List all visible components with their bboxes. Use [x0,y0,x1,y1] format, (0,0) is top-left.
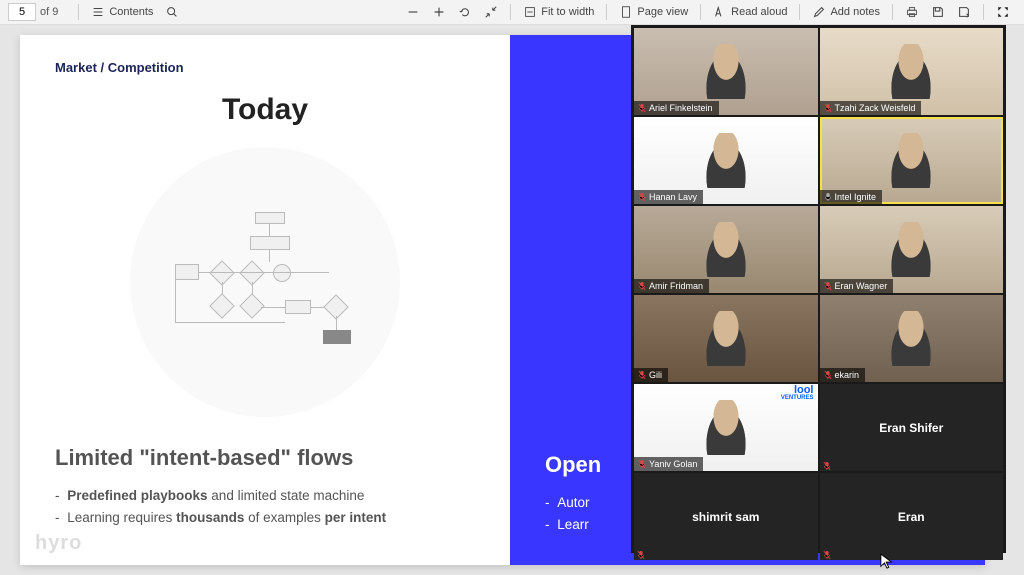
muted-mic-icon [638,281,646,291]
video-tile[interactable]: Gili [634,295,818,382]
participant-nameplate: Ariel Finkelstein [634,101,719,115]
page-view-label: Page view [637,6,688,18]
fit-width-label: Fit to width [541,6,594,18]
slide-left-column: Market / Competition Today [20,35,510,565]
muted-mic-icon [638,370,646,380]
participant-nameplate: Tzahi Zack Weisfeld [820,101,922,115]
page-number-input[interactable] [8,3,36,21]
page-view-button[interactable]: Page view [613,3,694,21]
participant-name: Hanan Lavy [649,192,697,202]
print-icon [905,5,919,19]
muted-mic-icon [824,103,832,113]
print-button[interactable] [899,3,925,21]
muted-mic-icon [824,281,832,291]
saveas-icon [957,5,971,19]
muted-mic-icon [637,547,645,557]
video-tile[interactable]: Hanan Lavy [634,117,818,204]
muted-mic-icon [823,458,831,468]
participant-nameplate: ekarin [820,368,866,382]
participant-nameplate: Hanan Lavy [634,190,703,204]
page-view-icon [619,5,633,19]
zoom-in-button[interactable] [426,3,452,21]
read-aloud-button[interactable]: Read aloud [707,3,793,21]
participant-name: Ariel Finkelstein [649,103,713,113]
slide-breadcrumb: Market / Competition [55,60,475,75]
add-notes-button[interactable]: Add notes [806,3,886,21]
muted-mic-icon [638,103,646,113]
add-notes-label: Add notes [830,6,880,18]
contents-button[interactable]: Contents [85,3,159,21]
contents-label: Contents [109,6,153,18]
fullscreen-icon [996,5,1010,19]
participant-name: shimrit sam [634,473,818,560]
fit-width-icon [523,5,537,19]
video-tile[interactable]: Eran [820,473,1004,560]
bullet-item: Learning requires thousands of examples … [55,507,475,529]
pdf-toolbar: of 9 Contents Fit to width Page view Rea… [0,0,1024,25]
video-tile[interactable]: loolVENTURES Yaniv Golan [634,384,818,471]
search-icon [165,5,179,19]
participant-name: Eran [820,473,1004,560]
collapse-button[interactable] [478,3,504,21]
video-tile[interactable]: ekarin [820,295,1004,382]
bullet-item: Predefined playbooks and limited state m… [55,485,475,507]
participant-nameplate: Eran Wagner [820,279,894,293]
rotate-icon [458,5,472,19]
participant-name: Tzahi Zack Weisfeld [835,103,916,113]
participant-nameplate: Gili [634,368,668,382]
participant-nameplate: Intel Ignite [820,190,883,204]
zoom-out-button[interactable] [400,3,426,21]
search-button[interactable] [159,3,185,21]
rotate-button[interactable] [452,3,478,21]
muted-mic-icon [638,459,646,469]
video-tile[interactable]: Ariel Finkelstein [634,28,818,115]
brand-logo: hyro [35,532,82,555]
participant-name: ekarin [835,370,860,380]
video-tile[interactable]: Intel Ignite [820,117,1004,204]
participant-name: Gili [649,370,662,380]
participant-name: Yaniv Golan [649,459,697,469]
video-tile[interactable]: Amir Fridman [634,206,818,293]
save-icon [931,5,945,19]
muted-mic-icon [824,370,832,380]
video-tile[interactable]: shimrit sam [634,473,818,560]
video-tile[interactable]: Tzahi Zack Weisfeld [820,28,1004,115]
pen-icon [812,5,826,19]
video-call-panel[interactable]: Ariel Finkelstein Tzahi Zack Weisfeld Hana… [631,25,1006,553]
fullscreen-button[interactable] [990,3,1016,21]
mouse-cursor [880,553,894,571]
video-tile[interactable]: Eran Wagner [820,206,1004,293]
muted-mic-icon [638,192,646,202]
read-aloud-label: Read aloud [731,6,787,18]
plus-icon [432,5,446,19]
minus-icon [406,5,420,19]
lool-logo: loolVENTURES [781,386,814,401]
list-icon [91,5,105,19]
page-total-label: of 9 [40,6,58,18]
participant-nameplate: Amir Fridman [634,279,709,293]
read-aloud-icon [713,5,727,19]
participant-name: Eran Shifer [820,384,1004,471]
slide-left-heading: Limited "intent-based" flows [55,445,475,471]
slide-left-bullets: Predefined playbooks and limited state m… [55,485,475,530]
save-button[interactable] [925,3,951,21]
collapse-icon [484,5,498,19]
video-tile[interactable]: Eran Shifer [820,384,1004,471]
fit-to-width-button[interactable]: Fit to width [517,3,600,21]
participant-name: Intel Ignite [835,192,877,202]
flowchart-diagram [130,147,400,417]
slide-left-title: Today [55,93,475,127]
mic-icon [824,192,832,202]
muted-mic-icon [823,547,831,557]
participant-name: Amir Fridman [649,281,703,291]
participant-nameplate: Yaniv Golan [634,457,703,471]
participant-name: Eran Wagner [835,281,888,291]
saveas-button[interactable] [951,3,977,21]
